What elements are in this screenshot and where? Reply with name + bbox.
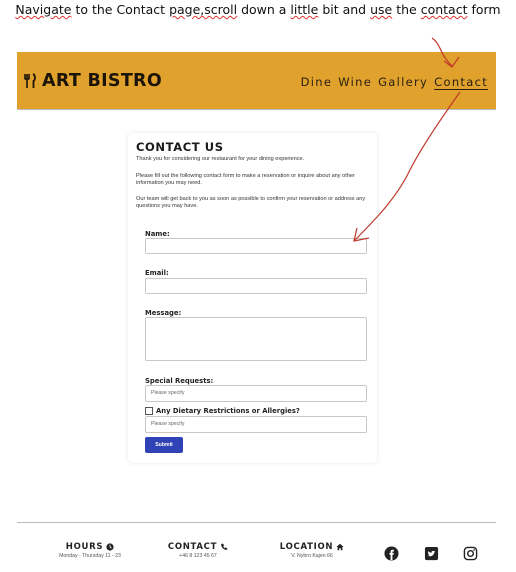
instruction-word: contact	[420, 2, 468, 17]
instruction-text: the	[392, 2, 421, 17]
instagram-icon[interactable]	[463, 546, 478, 561]
nav-gallery[interactable]: Gallery	[378, 75, 428, 89]
submit-button[interactable]: Submit	[145, 437, 183, 453]
phone-icon	[221, 543, 228, 550]
fork-knife-icon	[24, 73, 36, 88]
form-paragraph: Please fill out the following contact fo…	[136, 173, 355, 186]
instruction-word: use	[370, 2, 393, 17]
page-title: CONTACT US	[136, 140, 224, 154]
contact-title: CONTACT	[167, 542, 218, 552]
nav-dine[interactable]: Dine	[301, 75, 333, 89]
instruction-word: page,scroll	[169, 2, 238, 17]
name-field[interactable]	[145, 238, 367, 254]
instruction-text: to the Contact	[71, 2, 170, 17]
site-logo[interactable]: ART BISTRO	[23, 71, 162, 91]
main-nav: Dine Wine Gallery Contact	[301, 75, 488, 89]
instruction-text: down a	[237, 2, 291, 17]
contact-form-card: CONTACT US Thank you for considering our…	[128, 133, 377, 463]
nav-contact[interactable]: Contact	[434, 75, 488, 89]
facebook-icon[interactable]	[384, 546, 399, 561]
logo-text: ART BISTRO	[42, 71, 163, 91]
clock-icon	[106, 543, 114, 551]
task-instruction: Navigate to the Contact page,scroll down…	[0, 2, 516, 17]
dietary-field[interactable]: Please specify	[145, 416, 367, 433]
instruction-word: Navigate	[15, 2, 72, 17]
dietary-checkbox[interactable]	[145, 407, 153, 415]
dietary-label: Any Dietary Restrictions or Allergies?	[156, 407, 300, 415]
location-title: LOCATION	[279, 542, 334, 552]
message-label: Message:	[145, 309, 182, 317]
home-icon	[336, 543, 344, 551]
hours-title: HOURS	[65, 542, 104, 552]
intro-paragraph: Thank you for considering our restaurant…	[136, 156, 305, 162]
instruction-text: form	[467, 2, 501, 17]
name-label: Name:	[145, 230, 170, 238]
email-label: Email:	[145, 269, 169, 277]
contact-phone[interactable]: +46 8 123 45 67	[158, 553, 238, 559]
footer-contact: CONTACT +46 8 123 45 67	[158, 542, 238, 559]
site-header: ART BISTRO Dine Wine Gallery Contact	[17, 52, 496, 110]
twitter-icon[interactable]	[424, 546, 439, 561]
instruction-text: bit and	[318, 2, 371, 17]
location-text: V. Nybro Kajen 66	[291, 553, 333, 559]
special-requests-label: Special Requests:	[145, 377, 214, 385]
footer-location: LOCATION V. Nybro Kajen 66	[272, 542, 352, 559]
footer-divider	[17, 522, 496, 523]
instruction-word: little	[290, 2, 319, 17]
dietary-checkbox-row[interactable]: Any Dietary Restrictions or Allergies?	[145, 407, 300, 415]
hours-text: Monday - Thursday 11 - 23	[59, 553, 121, 559]
followup-paragraph: Our team will get back to you as soon as…	[136, 196, 366, 209]
message-textarea[interactable]	[145, 317, 367, 361]
special-requests-field[interactable]: Please specify	[145, 385, 367, 402]
email-field[interactable]	[145, 278, 367, 294]
nav-wine[interactable]: Wine	[338, 75, 372, 89]
footer-hours: HOURS Monday - Thursday 11 - 23	[40, 542, 140, 559]
